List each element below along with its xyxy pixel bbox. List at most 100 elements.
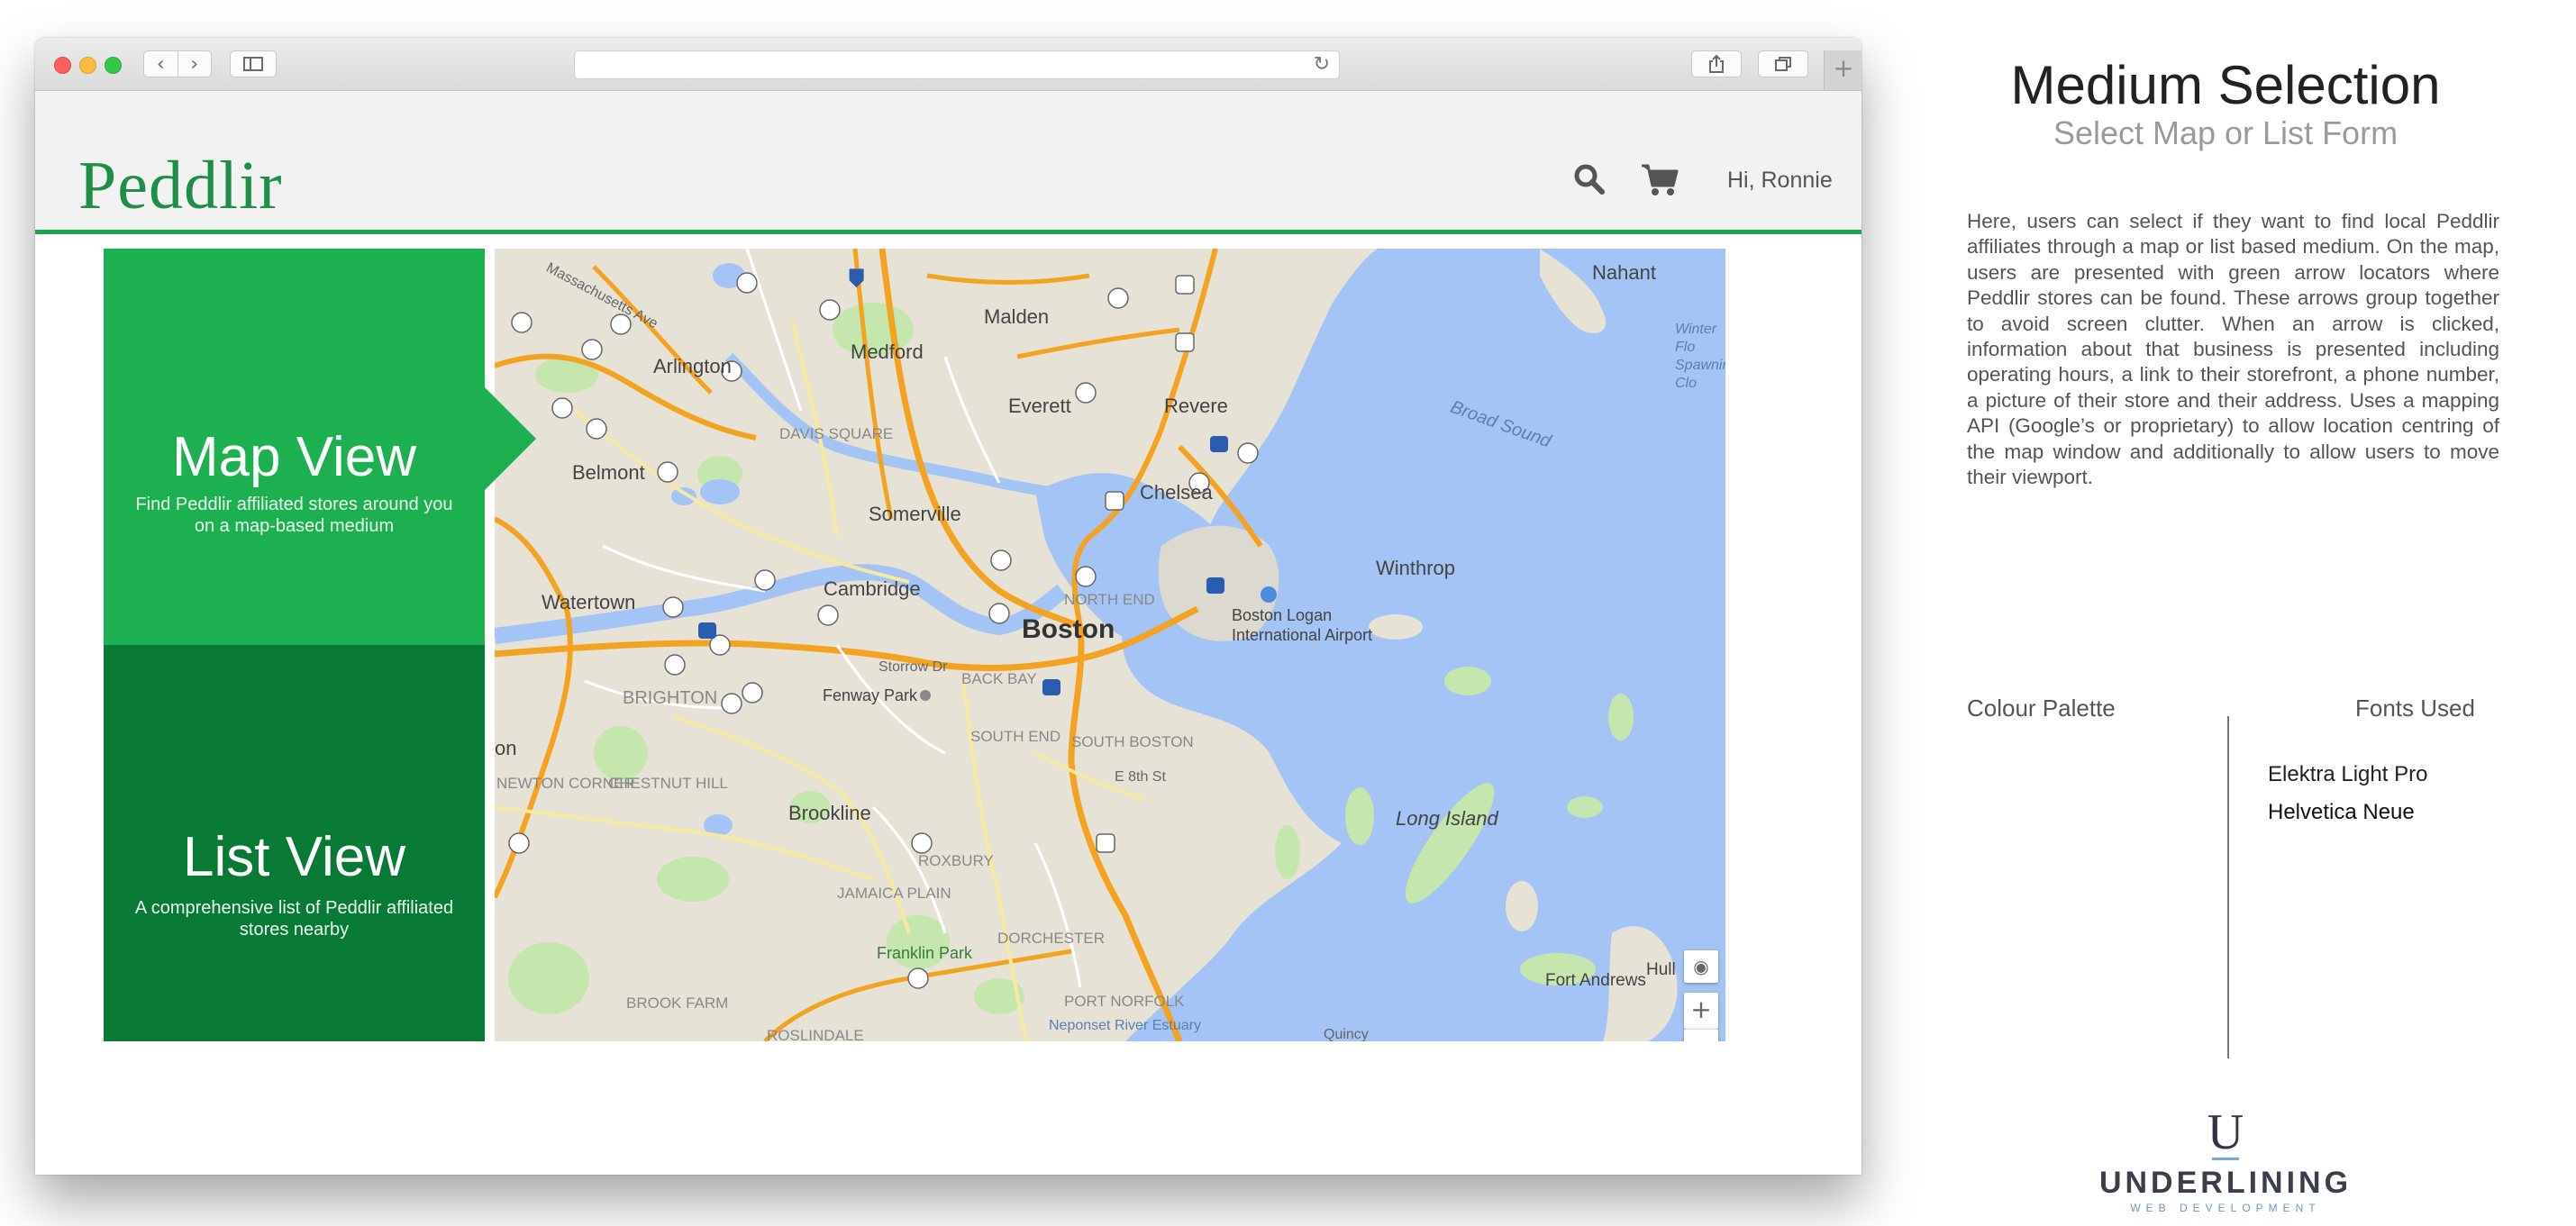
island: [1506, 881, 1538, 931]
close-window-button[interactable]: [54, 57, 71, 74]
island: [1608, 694, 1634, 740]
park: [657, 857, 729, 902]
map-label-e8th: E 8th St: [1115, 769, 1166, 785]
map-label-fort-andrews: Fort Andrews: [1545, 971, 1646, 990]
map-label-storrow: Storrow Dr: [878, 659, 948, 675]
road: [1033, 842, 1082, 988]
island: [1275, 825, 1300, 879]
map-label-malden: Malden: [984, 305, 1050, 328]
ocean: [1122, 249, 1725, 1041]
list-view-panel[interactable]: List View A comprehensive list of Peddli…: [104, 645, 485, 1041]
island: [1567, 796, 1603, 818]
font-name-elektra: Elektra Light Pro: [2268, 762, 2428, 786]
map-label-long-island: Long Island: [1396, 807, 1498, 830]
logo-underline: [2212, 1158, 2239, 1160]
locate-me-button[interactable]: ◉: [1684, 950, 1718, 983]
map-label-belmont: Belmont: [572, 461, 645, 484]
underlining-tagline: WEB DEVELOPMENT: [2130, 1202, 2321, 1214]
island: [1444, 667, 1491, 695]
highway-93-north: [878, 249, 1082, 631]
map-view-description: Find Peddlir affiliated stores around yo…: [135, 495, 453, 536]
reload-icon[interactable]: ↻: [1314, 53, 1330, 76]
map-label-south-boston: SOUTH BOSTON: [1071, 733, 1194, 750]
share-icon: [1709, 54, 1724, 73]
history-nav: ‹ ›: [143, 50, 212, 77]
airport-icon: [1261, 586, 1277, 603]
map-label-nahant: Nahant: [1592, 261, 1656, 284]
column-divider: [2227, 716, 2229, 1058]
map-label-chestnut-hill: CHESTNUT HILL: [608, 775, 728, 792]
map-label-arlington: Arlington: [653, 355, 732, 377]
map-label-somerville: Somerville: [869, 503, 961, 525]
sidebar-icon: [243, 57, 263, 71]
map-label-everett: Everett: [1008, 395, 1071, 417]
park: [508, 942, 589, 1014]
map-label-franklin-park: Franklin Park: [877, 944, 973, 962]
cart-icon[interactable]: [1640, 161, 1679, 197]
minimize-window-button[interactable]: [79, 57, 96, 74]
map-label-watertown: Watertown: [542, 591, 636, 613]
map-widget[interactable]: Boston Cambridge Somerville Medford Mald…: [495, 249, 1725, 1041]
show-tabs-button[interactable]: [1758, 50, 1808, 77]
map-view-title: Map View: [171, 426, 417, 488]
map-label-brighton: BRIGHTON: [623, 688, 718, 708]
zoom-window-button[interactable]: [105, 57, 122, 74]
highway-60: [926, 273, 1090, 285]
map-label-fenway: Fenway Park: [823, 686, 918, 704]
map-label-on: on: [495, 737, 517, 759]
forward-button[interactable]: ›: [177, 53, 211, 76]
map-label-back-bay: BACK BAY: [961, 670, 1037, 687]
back-button[interactable]: ‹: [144, 53, 177, 76]
sidebar-toggle-button[interactable]: [230, 50, 277, 77]
map-label-port-norfolk: PORT NORFOLK: [1064, 993, 1185, 1010]
map-label-roslindale: ROSLINDALE: [767, 1027, 864, 1041]
map-label-brookline: Brookline: [788, 802, 871, 824]
tabs-icon: [1775, 57, 1791, 71]
zoom-in-button[interactable]: +: [1684, 993, 1718, 1029]
map-label-davis-square: DAVIS SQUARE: [779, 425, 894, 442]
map-label-brook-farm: BROOK FARM: [626, 994, 729, 1012]
highway-128: [495, 516, 573, 899]
site-header: Peddlir Hi, Ronnie: [35, 91, 1861, 234]
selected-pointer: [485, 387, 536, 490]
map-label-chelsea: Chelsea: [1140, 481, 1213, 504]
underlining-wordmark: UNDERLINING: [2098, 1166, 2353, 1200]
map-label-hull: Hull: [1646, 960, 1676, 979]
island: [1369, 614, 1423, 640]
road: [602, 544, 766, 593]
map-label-revere: Revere: [1164, 395, 1228, 417]
underlining-logo-mark: U: [2207, 1104, 2244, 1160]
map-label-winthrop: Winthrop: [1376, 557, 1456, 579]
list-view-description: A comprehensive list of Peddlir affiliat…: [134, 898, 454, 940]
zoom-out-button[interactable]: −: [1684, 1029, 1718, 1041]
new-tab-button[interactable]: +: [1824, 50, 1861, 90]
fonts-used-heading: Fonts Used: [2355, 695, 2475, 722]
target-icon: ◉: [1693, 956, 1709, 977]
map-label-south-end: SOUTH END: [970, 728, 1061, 745]
search-icon[interactable]: [1571, 161, 1607, 197]
road: [943, 356, 1001, 484]
lake: [700, 479, 740, 504]
map-label-cambridge: Cambridge: [824, 577, 921, 600]
list-view-title: List View: [183, 826, 405, 888]
map-label-north-end: NORTH END: [1064, 591, 1155, 608]
browser-toolbar: ‹ › ↻ +: [35, 38, 1861, 91]
fenway-marker: [920, 690, 931, 701]
map-label-boston: Boston: [1022, 614, 1115, 644]
peddlir-logo[interactable]: Peddlir: [78, 147, 283, 225]
address-bar[interactable]: ↻: [574, 50, 1340, 79]
share-button[interactable]: [1691, 50, 1742, 77]
map-label-medford: Medford: [851, 341, 924, 363]
map-label-quincy: Quincy: [1324, 1027, 1369, 1041]
map-label-roxbury: ROXBURY: [918, 852, 994, 869]
map-label-neponset: Neponset River Estuary: [1049, 1018, 1201, 1033]
map-label-winter-flo: Winter Flo Spawning Clo: [1675, 322, 1725, 391]
info-subtitle: Select Map or List Form: [2053, 114, 2399, 151]
user-greeting[interactable]: Hi, Ronnie: [1727, 168, 1833, 194]
map-label-dorchester: DORCHESTER: [997, 930, 1106, 947]
font-name-helvetica: Helvetica Neue: [2268, 800, 2415, 824]
road: [871, 805, 947, 934]
map-label-airport: Boston Logan International Airport: [1232, 606, 1373, 644]
map-view-panel[interactable]: Map View Find Peddlir affiliated stores …: [104, 249, 485, 645]
colour-palette-heading: Colour Palette: [1967, 695, 2116, 722]
